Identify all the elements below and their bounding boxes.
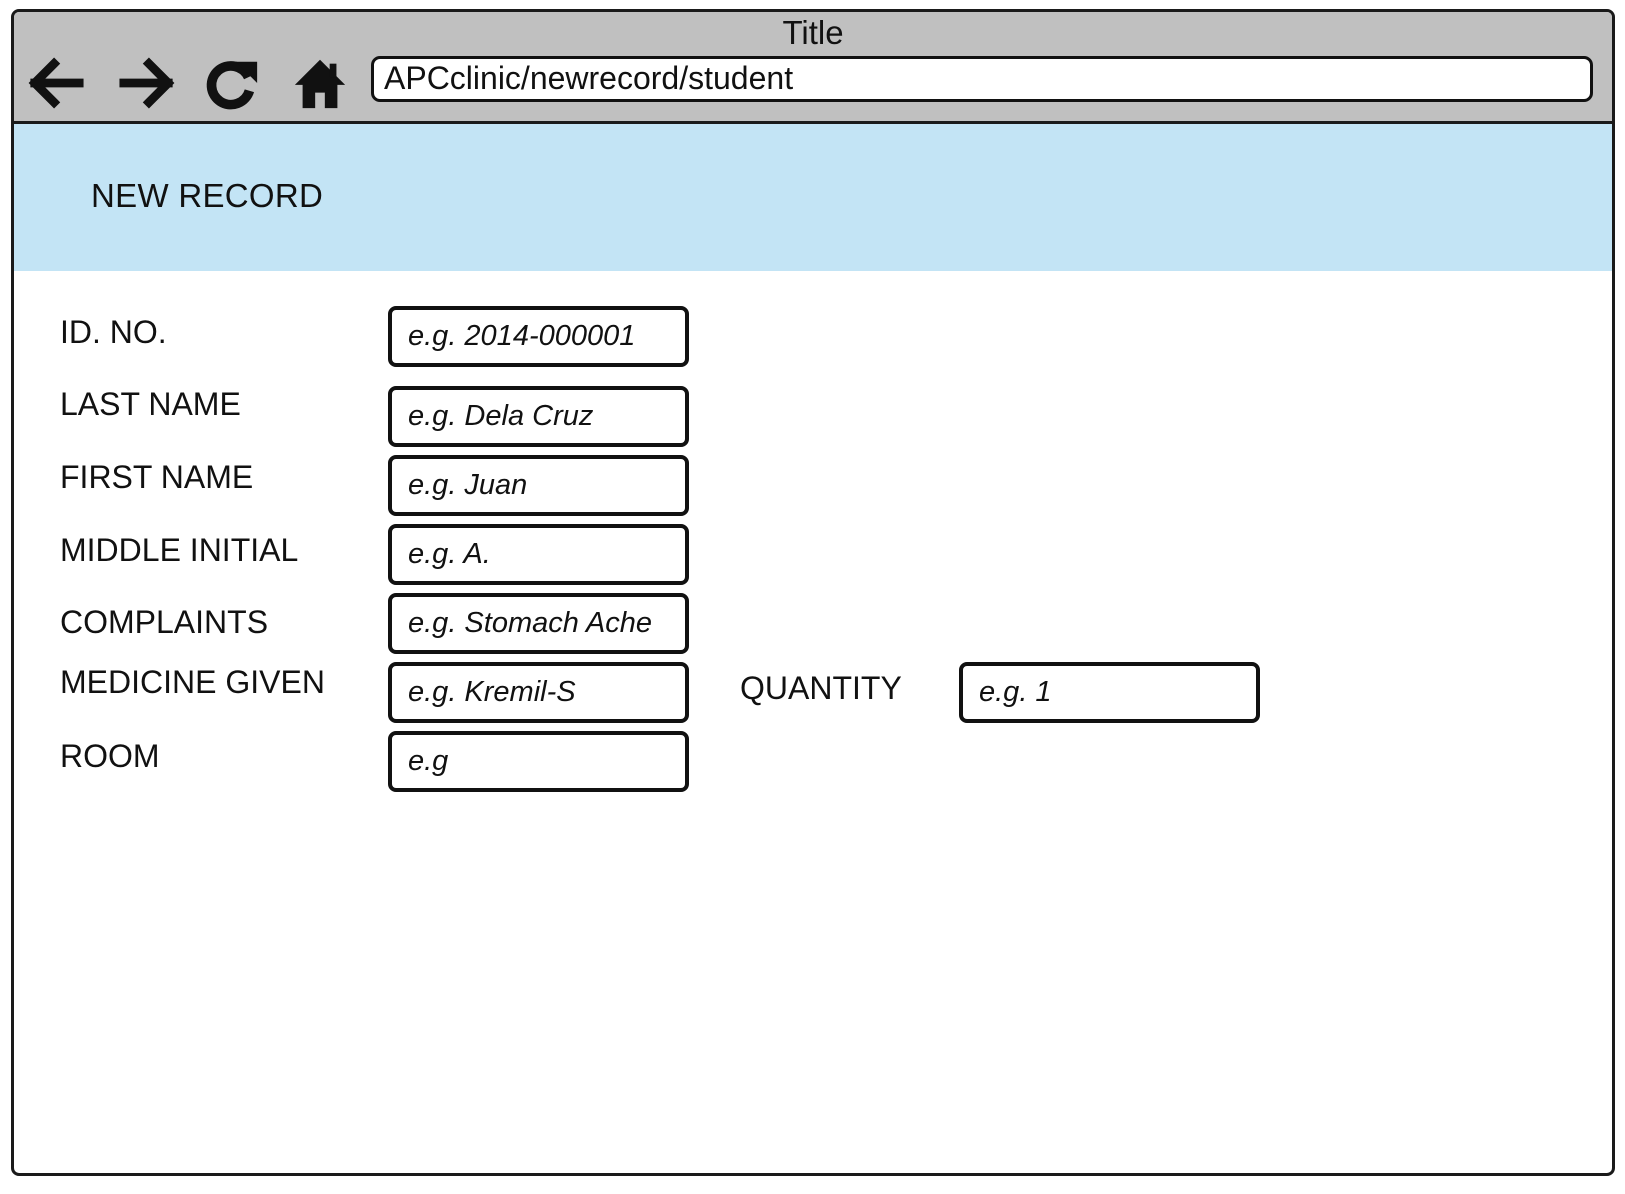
room-input[interactable] [388,731,689,792]
quantity-label: QUANTITY [740,670,902,706]
medicine-given-label: MEDICINE GIVEN [60,664,325,700]
first-name-input[interactable] [388,455,689,516]
middle-initial-label: MIDDLE INITIAL [60,532,299,568]
browser-toolbar: Title APCclinic/newrecord/student [14,12,1612,124]
last-name-label: LAST NAME [60,386,241,422]
page-header: NEW RECORD [14,124,1612,271]
arrow-left-icon [28,57,84,109]
id-no-label: ID. NO. [60,314,167,350]
home-icon [294,59,346,109]
id-no-input[interactable] [388,306,689,367]
middle-initial-input[interactable] [388,524,689,585]
complaints-input[interactable] [388,593,689,654]
back-button[interactable] [25,52,87,114]
window-title: Title [782,14,844,51]
home-button[interactable] [289,52,351,114]
medicine-given-input[interactable] [388,662,689,723]
last-name-input[interactable] [388,386,689,447]
address-bar[interactable]: APCclinic/newrecord/student [371,56,1593,102]
quantity-input[interactable] [959,662,1260,723]
room-label: ROOM [60,738,160,774]
first-name-label: FIRST NAME [60,459,254,495]
arrow-right-icon [119,57,175,109]
reload-button[interactable] [201,52,263,114]
page-title: NEW RECORD [91,177,324,214]
browser-window: Title APCclinic/newrecord/student NEW RE… [11,9,1615,1176]
forward-button[interactable] [116,52,178,114]
complaints-label: COMPLAINTS [60,604,269,640]
reload-icon [206,61,258,110]
